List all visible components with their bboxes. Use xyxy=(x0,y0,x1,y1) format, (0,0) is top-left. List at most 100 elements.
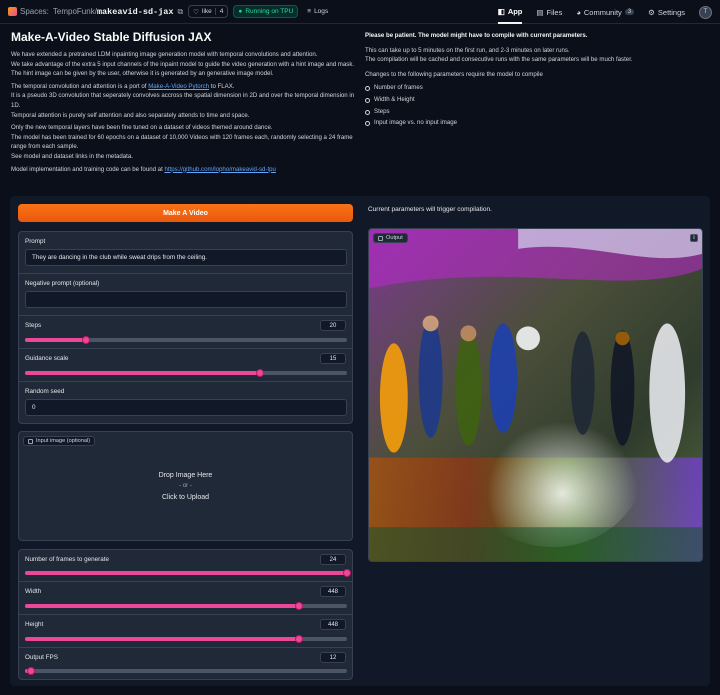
intro-paragraph-1: We have extended a pretrained LDM inpain… xyxy=(11,51,355,78)
prompt-settings-block: Prompt They are dancing in the club whil… xyxy=(18,231,353,424)
height-slider-thumb[interactable] xyxy=(294,634,303,643)
spaces-link[interactable]: Spaces: xyxy=(8,7,49,16)
list-item: Number of frames xyxy=(365,82,710,94)
copy-icon[interactable]: ⧉ xyxy=(177,7,183,17)
tab-settings[interactable]: ⚙ Settings xyxy=(648,0,685,24)
input-image-upload[interactable]: Input image (optional) Drop Image Here -… xyxy=(18,431,353,541)
or-text: - or - xyxy=(179,483,192,489)
seed-label: Random seed xyxy=(25,388,65,395)
drop-text: Drop Image Here xyxy=(158,472,213,479)
compile-note: This can take up to 5 minutes on the fir… xyxy=(365,46,633,64)
guidance-slider[interactable] xyxy=(25,368,347,377)
app-panel: Make A Video Current parameters will tri… xyxy=(10,196,710,686)
width-field: Width 448 xyxy=(19,582,352,615)
download-icon[interactable]: ⇩ xyxy=(690,234,698,242)
frames-number-input[interactable]: 24 xyxy=(320,554,346,565)
steps-number-input[interactable]: 20 xyxy=(320,320,346,331)
github-link[interactable]: https://github.com/lopho/makeavid-sd-tpu xyxy=(164,166,275,173)
compile-params-list: Number of frames Width & Height Steps In… xyxy=(365,82,710,128)
seed-field: Random seed 0 xyxy=(19,382,352,423)
frames-field: Number of frames to generate 24 xyxy=(19,550,352,582)
intro-paragraph-2: The temporal convolution and attention i… xyxy=(11,82,355,119)
guidance-number-input[interactable]: 15 xyxy=(320,353,346,364)
prompt-field: Prompt They are dancing in the club whil… xyxy=(19,232,352,274)
fps-slider-thumb[interactable] xyxy=(27,666,36,675)
like-count: 4 xyxy=(214,8,223,15)
guidance-slider-thumb[interactable] xyxy=(256,368,265,377)
steps-slider-fill xyxy=(25,338,87,342)
tab-community[interactable]: ◕ Community 3 xyxy=(576,0,635,24)
input-image-label: Input image (optional) xyxy=(23,436,96,446)
heart-icon: ♡ xyxy=(193,8,199,16)
width-slider-fill xyxy=(25,604,299,608)
height-field: Height 448 xyxy=(19,615,352,648)
status-badge[interactable]: ● Running on TPU xyxy=(233,5,299,18)
page-title: Make-A-Video Stable Diffusion JAX xyxy=(11,30,212,44)
avatar[interactable]: T xyxy=(699,5,712,19)
video-settings-block: Number of frames to generate 24 Width 44… xyxy=(18,549,353,680)
width-label: Width xyxy=(25,588,42,595)
steps-slider[interactable] xyxy=(25,335,347,344)
list-item: Width & Height xyxy=(365,94,710,106)
steps-slider-thumb[interactable] xyxy=(82,335,91,344)
app-icon: ◧ xyxy=(497,6,505,16)
logs-icon: ≡ xyxy=(307,8,312,15)
output-panel: Output ⇩ xyxy=(368,228,703,562)
steps-label: Steps xyxy=(25,322,42,329)
community-count: 3 xyxy=(624,9,635,15)
negative-prompt-input[interactable] xyxy=(25,291,347,308)
negative-prompt-field: Negative prompt (optional) xyxy=(19,274,352,316)
list-item: Steps xyxy=(365,106,710,118)
fps-label: Output FPS xyxy=(25,654,58,661)
width-number-input[interactable]: 448 xyxy=(320,586,346,597)
repo-owner[interactable]: TempoFunk/ xyxy=(53,7,97,16)
guidance-slider-fill xyxy=(25,371,261,375)
frames-label: Number of frames to generate xyxy=(25,556,109,563)
intro-paragraph-3: Only the new temporal layers have been f… xyxy=(11,124,353,160)
negative-prompt-label: Negative prompt (optional) xyxy=(25,280,100,287)
patience-note: Please be patient. The model might have … xyxy=(365,32,588,39)
like-button[interactable]: ♡ like 4 xyxy=(188,5,229,18)
height-slider[interactable] xyxy=(25,634,347,643)
prompt-input[interactable]: They are dancing in the club while sweat… xyxy=(25,249,347,266)
spaces-logo-icon xyxy=(8,7,17,16)
tab-files[interactable]: ▤ Files xyxy=(536,0,562,24)
space-tabs: ◧ App ▤ Files ◕ Community 3 ⚙ Settings T xyxy=(497,0,712,24)
logs-button[interactable]: ≡ Logs xyxy=(303,5,332,18)
settings-icon: ⚙ xyxy=(648,7,655,17)
files-icon: ▤ xyxy=(536,7,544,17)
frames-slider[interactable] xyxy=(25,568,351,577)
make-video-button[interactable]: Make A Video xyxy=(18,204,353,222)
width-slider[interactable] xyxy=(25,601,347,610)
fps-number-input[interactable]: 12 xyxy=(320,652,346,663)
height-slider-fill xyxy=(25,637,299,641)
output-video-frame xyxy=(369,229,702,561)
guidance-field: Guidance scale 15 xyxy=(19,349,352,382)
fps-slider[interactable] xyxy=(25,666,347,675)
running-icon: ● xyxy=(238,8,243,15)
description-left: Make-A-Video Stable Diffusion JAX We hav… xyxy=(11,30,356,177)
intro-paragraph-4: Model implementation and training code c… xyxy=(11,165,276,173)
make-a-video-pytorch-link[interactable]: Make-A-Video Pytorch xyxy=(148,83,209,90)
top-bar: Spaces: TempoFunk/ makeavid-sd-jax ⧉ ♡ l… xyxy=(0,0,720,24)
height-label: Height xyxy=(25,621,44,628)
community-icon: ◕ xyxy=(576,7,581,17)
seed-input[interactable]: 0 xyxy=(25,399,347,416)
prompt-label: Prompt xyxy=(25,238,46,245)
params-note: Changes to the following parameters requ… xyxy=(365,70,543,78)
steps-field: Steps 20 xyxy=(19,316,352,349)
image-icon xyxy=(378,235,383,241)
list-item: Input image vs. no input image xyxy=(365,117,710,129)
fps-field: Output FPS 12 xyxy=(19,648,352,679)
frames-slider-thumb[interactable] xyxy=(343,568,351,577)
width-slider-thumb[interactable] xyxy=(294,601,303,610)
tab-app[interactable]: ◧ App xyxy=(497,0,523,24)
repo-name[interactable]: makeavid-sd-jax xyxy=(97,7,174,17)
guidance-label: Guidance scale xyxy=(25,355,69,362)
frames-slider-fill xyxy=(25,571,347,575)
drop-zone[interactable]: Drop Image Here - or - Click to Upload xyxy=(19,470,352,503)
compile-status-text: Current parameters will trigger compilat… xyxy=(368,206,492,213)
image-icon xyxy=(28,438,33,444)
height-number-input[interactable]: 448 xyxy=(320,619,346,630)
click-upload-text: Click to Upload xyxy=(161,494,210,501)
